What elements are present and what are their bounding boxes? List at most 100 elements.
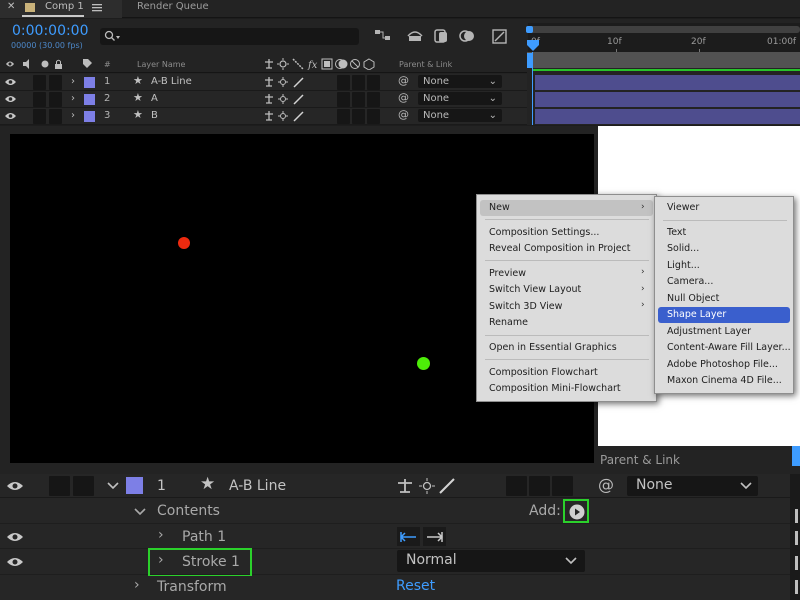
submenu-item-photoshop-file[interactable]: Adobe Photoshop File... xyxy=(658,357,778,373)
motion-blur-icon[interactable] xyxy=(458,28,476,44)
layer-switches[interactable] xyxy=(264,110,306,122)
menu-item-composition-flowchart[interactable]: Composition Flowchart xyxy=(480,365,598,381)
visibility-eye-icon[interactable] xyxy=(7,531,23,543)
menu-item-composition-mini-flowchart[interactable]: Composition Mini-Flowchart xyxy=(480,381,621,397)
switch-cell[interactable] xyxy=(367,92,380,107)
column-header-parent-link[interactable]: Parent & Link xyxy=(399,60,452,69)
layer-duration-bar[interactable] xyxy=(535,109,800,124)
switch-cell[interactable] xyxy=(337,75,350,90)
contents-row[interactable] xyxy=(0,499,790,524)
label-color-swatch[interactable] xyxy=(126,477,143,494)
point-a-red-dot[interactable] xyxy=(178,237,190,249)
parent-dropdown[interactable]: None xyxy=(627,476,758,496)
menu-item-switch-3d-view[interactable]: Switch 3D View xyxy=(480,299,562,315)
menu-item-open-essential-graphics[interactable]: Open in Essential Graphics xyxy=(480,340,617,356)
switch-cell[interactable] xyxy=(352,75,365,90)
visibility-eye-icon[interactable] xyxy=(7,480,23,492)
submenu-item-light[interactable]: Light... xyxy=(658,258,700,274)
menu-item-preview[interactable]: Preview xyxy=(480,266,526,282)
path-label[interactable]: Path 1 xyxy=(182,529,226,545)
layer-search-input[interactable] xyxy=(100,28,359,45)
expand-chevron-icon[interactable]: › xyxy=(71,110,75,121)
composition-flowchart-icon[interactable] xyxy=(374,28,392,44)
collapse-chevron-down-icon[interactable] xyxy=(107,482,119,490)
audio-switch[interactable] xyxy=(49,476,70,496)
menu-item-new[interactable]: New xyxy=(480,200,653,216)
reset-link[interactable]: Reset xyxy=(396,578,435,594)
solo-switch[interactable] xyxy=(49,92,62,107)
submenu-item-camera[interactable]: Camera... xyxy=(658,274,713,290)
switch-cell[interactable] xyxy=(367,109,380,124)
visibility-eye-icon[interactable] xyxy=(7,556,23,568)
parent-dropdown[interactable]: None ⌄ xyxy=(418,75,502,88)
work-area-bar[interactable] xyxy=(527,52,800,68)
tab-render-queue[interactable]: Render Queue xyxy=(137,1,209,12)
stroke-label[interactable]: Stroke 1 xyxy=(182,554,240,570)
current-time-display[interactable]: 0:00:00:00 xyxy=(12,23,89,39)
frame-blending-icon[interactable] xyxy=(433,28,451,44)
audio-switch[interactable] xyxy=(33,75,46,90)
expand-chevron-icon[interactable]: › xyxy=(71,93,75,104)
layer-switches[interactable] xyxy=(264,76,306,88)
graph-editor-icon[interactable] xyxy=(491,27,509,45)
submenu-item-cinema-4d-file[interactable]: Maxon Cinema 4D File... xyxy=(658,373,782,389)
expand-chevron-icon[interactable]: › xyxy=(134,577,140,593)
submenu-item-content-aware-fill-layer[interactable]: Content-Aware Fill Layer... xyxy=(658,340,791,356)
layer-switches[interactable] xyxy=(264,93,306,105)
expand-chevron-icon[interactable]: › xyxy=(158,527,164,543)
column-header-layer-name[interactable]: Layer Name xyxy=(137,60,185,69)
layer-switches[interactable] xyxy=(396,477,460,495)
visibility-eye-icon[interactable] xyxy=(5,94,16,104)
switch-cell[interactable] xyxy=(337,92,350,107)
stroke-row[interactable] xyxy=(0,550,790,575)
submenu-item-text[interactable]: Text xyxy=(658,225,686,241)
add-content-button-icon[interactable] xyxy=(569,504,585,520)
time-navigator-start-handle[interactable] xyxy=(526,26,533,33)
solo-switch[interactable] xyxy=(49,75,62,90)
tab-comp-label[interactable]: Comp 1 xyxy=(45,1,84,12)
submenu-item-null-object[interactable]: Null Object xyxy=(658,291,719,307)
close-icon[interactable]: ✕ xyxy=(7,1,15,12)
visibility-eye-icon[interactable] xyxy=(5,111,16,121)
submenu-item-shape-layer[interactable]: Shape Layer xyxy=(658,307,790,323)
layer-name[interactable]: A-B Line xyxy=(151,76,192,87)
solo-switch[interactable] xyxy=(73,476,94,496)
solo-switch[interactable] xyxy=(49,109,62,124)
switch-cell[interactable] xyxy=(529,476,550,496)
parent-dropdown[interactable]: None ⌄ xyxy=(418,109,502,122)
column-header-number[interactable]: # xyxy=(104,60,111,69)
switch-cell[interactable] xyxy=(552,476,573,496)
layer-name[interactable]: A-B Line xyxy=(229,478,286,494)
time-navigator[interactable] xyxy=(528,26,800,33)
blend-mode-dropdown[interactable]: Normal xyxy=(397,550,585,572)
layer-duration-bar[interactable] xyxy=(535,75,800,90)
switch-cell[interactable] xyxy=(506,476,527,496)
path-direction-icons[interactable] xyxy=(397,527,449,547)
label-color-swatch[interactable] xyxy=(84,77,95,88)
submenu-item-adjustment-layer[interactable]: Adjustment Layer xyxy=(658,324,751,340)
menu-item-switch-view-layout[interactable]: Switch View Layout xyxy=(480,282,581,298)
pick-whip-icon[interactable]: @ xyxy=(598,475,614,494)
audio-switch[interactable] xyxy=(33,92,46,107)
expand-chevron-icon[interactable]: › xyxy=(71,76,75,87)
switch-cell[interactable] xyxy=(352,109,365,124)
menu-item-composition-settings[interactable]: Composition Settings... xyxy=(480,225,599,241)
transform-row[interactable] xyxy=(0,576,790,600)
layer-name[interactable]: A xyxy=(151,93,158,104)
transform-label[interactable]: Transform xyxy=(157,579,227,595)
pick-whip-icon[interactable]: @ xyxy=(398,74,409,87)
path-row[interactable] xyxy=(0,525,790,549)
label-color-swatch[interactable] xyxy=(84,94,95,105)
audio-switch[interactable] xyxy=(33,109,46,124)
visibility-eye-icon[interactable] xyxy=(5,77,16,87)
parent-dropdown[interactable]: None ⌄ xyxy=(418,92,502,105)
collapse-chevron-down-icon[interactable] xyxy=(134,508,146,516)
layer-duration-bar[interactable] xyxy=(535,92,800,107)
submenu-item-viewer[interactable]: Viewer xyxy=(658,200,699,216)
pick-whip-icon[interactable]: @ xyxy=(398,108,409,121)
switch-cell[interactable] xyxy=(367,75,380,90)
layer-name[interactable]: B xyxy=(151,110,158,121)
expand-chevron-icon[interactable]: › xyxy=(158,552,164,568)
switch-cell[interactable] xyxy=(352,92,365,107)
menu-item-rename[interactable]: Rename xyxy=(480,315,528,331)
